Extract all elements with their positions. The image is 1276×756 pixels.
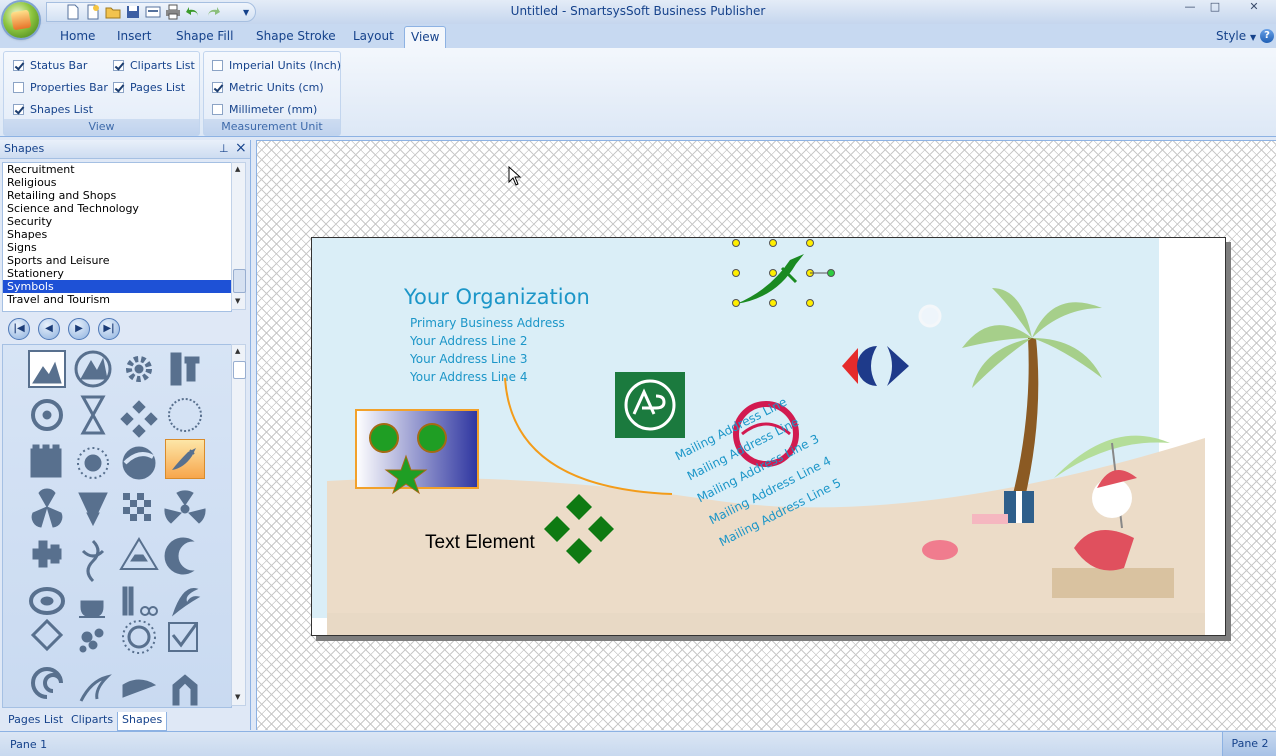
address-line-3[interactable]: Your Address Line 3 bbox=[410, 352, 528, 366]
checkbox-box bbox=[212, 82, 223, 93]
gallery-navigation: |◀ ◀ ▶ ▶| bbox=[2, 316, 247, 342]
checkbox-label: Pages List bbox=[130, 81, 186, 94]
category-scrollbar[interactable]: ▲ ▼ bbox=[231, 162, 246, 310]
next-page-icon[interactable]: ▶ bbox=[68, 318, 90, 340]
tab-insert[interactable]: Insert bbox=[111, 29, 157, 48]
checkbox-label: Status Bar bbox=[30, 59, 88, 72]
close-button[interactable]: ✕ bbox=[1240, 0, 1268, 13]
scroll-thumb[interactable] bbox=[233, 361, 246, 379]
checkbox-box bbox=[13, 104, 24, 115]
close-icon[interactable]: × bbox=[235, 140, 247, 156]
status-bar-checkbox[interactable]: Status Bar bbox=[13, 59, 87, 72]
maximize-button[interactable]: □ bbox=[1203, 0, 1227, 13]
previous-page-icon[interactable]: ◀ bbox=[38, 318, 60, 340]
cliparts-list-checkbox[interactable]: Cliparts List bbox=[113, 59, 195, 72]
minimize-button[interactable]: — bbox=[1178, 0, 1202, 13]
gallery-scrollbar[interactable]: ▲ ▼ bbox=[231, 344, 246, 706]
checkbox-label: Millimeter (mm) bbox=[229, 103, 318, 116]
checkbox-label: Imperial Units (Inch) bbox=[229, 59, 342, 72]
address-line-1[interactable]: Primary Business Address bbox=[410, 316, 565, 330]
scroll-down-icon[interactable]: ▼ bbox=[235, 297, 240, 305]
view-group: Status Bar Properties Bar Shapes List Cl… bbox=[3, 51, 200, 136]
list-item[interactable]: Religious bbox=[3, 176, 231, 189]
list-item-selected[interactable]: Symbols bbox=[3, 280, 231, 293]
tab-shapes[interactable]: Shapes bbox=[117, 712, 168, 731]
address-line-2[interactable]: Your Address Line 2 bbox=[410, 334, 528, 348]
category-list[interactable]: Recruitment Religious Retailing and Shop… bbox=[2, 162, 232, 312]
list-item[interactable]: Sports and Leisure bbox=[3, 254, 231, 267]
list-item[interactable]: Retailing and Shops bbox=[3, 189, 231, 202]
scroll-up-icon[interactable]: ▲ bbox=[235, 347, 240, 355]
tab-layout[interactable]: Layout bbox=[347, 29, 400, 48]
ribbon-body: Status Bar Properties Bar Shapes List Cl… bbox=[0, 48, 1276, 137]
status-bar: Pane 1 Pane 2 bbox=[0, 731, 1276, 756]
list-item[interactable]: Travel and Tourism bbox=[3, 293, 231, 306]
pin-icon[interactable]: ⊥ bbox=[219, 142, 229, 155]
measurement-unit-group: Imperial Units (Inch) Metric Units (cm) … bbox=[203, 51, 341, 136]
list-item[interactable]: Recruitment bbox=[3, 163, 231, 176]
scroll-thumb[interactable] bbox=[233, 269, 246, 293]
checkbox-label: Properties Bar bbox=[30, 81, 108, 94]
checkbox-box bbox=[113, 82, 124, 93]
properties-bar-checkbox[interactable]: Properties Bar bbox=[13, 81, 108, 94]
ribbon-tabs: Home Insert Shape Fill Shape Stroke Layo… bbox=[0, 24, 1276, 49]
tab-pages-list[interactable]: Pages List bbox=[4, 712, 67, 730]
shape-gallery bbox=[2, 344, 232, 708]
millimeter-checkbox[interactable]: Millimeter (mm) bbox=[212, 103, 317, 116]
last-page-icon[interactable]: ▶| bbox=[98, 318, 120, 340]
group-caption-view: View bbox=[4, 119, 199, 135]
sword-icon[interactable] bbox=[165, 439, 205, 479]
imperial-units-checkbox[interactable]: Imperial Units (Inch) bbox=[212, 59, 341, 72]
style-label: Style bbox=[1216, 29, 1247, 43]
checkbox-label: Shapes List bbox=[30, 103, 93, 116]
panel-title: Shapes bbox=[4, 142, 45, 155]
status-pane-2: Pane 2 bbox=[1222, 732, 1276, 756]
checkbox-box bbox=[13, 82, 24, 93]
checkbox-box bbox=[13, 60, 24, 71]
first-page-icon[interactable]: |◀ bbox=[8, 318, 30, 340]
text-element[interactable]: Text Element bbox=[425, 532, 535, 554]
app-menu-button[interactable] bbox=[3, 2, 39, 38]
checkbox-box bbox=[212, 60, 223, 71]
scroll-down-icon[interactable]: ▼ bbox=[235, 693, 240, 701]
gallery-icons bbox=[28, 350, 206, 706]
shapes-panel: Shapes ⊥ × Recruitment Religious Retaili… bbox=[0, 140, 251, 731]
list-item[interactable]: Science and Technology bbox=[3, 202, 231, 215]
group-caption-measurement: Measurement Unit bbox=[204, 119, 340, 135]
checkbox-box bbox=[212, 104, 223, 115]
list-item[interactable]: Shapes bbox=[3, 228, 231, 241]
list-item[interactable]: Security bbox=[3, 215, 231, 228]
checkbox-box bbox=[113, 60, 124, 71]
chevron-down-icon: ▼ bbox=[1249, 33, 1257, 42]
list-item[interactable]: Stationery bbox=[3, 267, 231, 280]
design-card[interactable]: Your Organization Primary Business Addre… bbox=[311, 237, 1226, 636]
list-item[interactable]: Signs bbox=[3, 241, 231, 254]
window-title: Untitled - SmartsysSoft Business Publish… bbox=[510, 4, 766, 18]
tab-cliparts[interactable]: Cliparts bbox=[67, 712, 117, 730]
tab-view[interactable]: View bbox=[404, 26, 447, 48]
tab-shape-stroke[interactable]: Shape Stroke bbox=[250, 29, 342, 48]
checkbox-label: Cliparts List bbox=[130, 59, 195, 72]
scroll-up-icon[interactable]: ▲ bbox=[235, 165, 240, 173]
tab-shape-fill[interactable]: Shape Fill bbox=[170, 29, 239, 48]
checkbox-label: Metric Units (cm) bbox=[229, 81, 324, 94]
metric-units-checkbox[interactable]: Metric Units (cm) bbox=[212, 81, 324, 94]
address-line-4[interactable]: Your Address Line 4 bbox=[410, 370, 528, 384]
mouse-cursor-icon bbox=[508, 166, 522, 186]
app-logo-icon bbox=[10, 9, 32, 31]
tab-home[interactable]: Home bbox=[54, 29, 101, 48]
style-menu[interactable]: Style ▼ bbox=[1216, 29, 1256, 43]
pages-list-checkbox[interactable]: Pages List bbox=[113, 81, 185, 94]
status-pane-1: Pane 1 bbox=[10, 738, 48, 751]
help-icon[interactable]: ? bbox=[1260, 29, 1274, 43]
panel-bottom-tabs: Pages List Cliparts Shapes bbox=[0, 712, 250, 731]
org-name-text[interactable]: Your Organization bbox=[404, 285, 590, 309]
shapes-list-checkbox[interactable]: Shapes List bbox=[13, 103, 93, 116]
